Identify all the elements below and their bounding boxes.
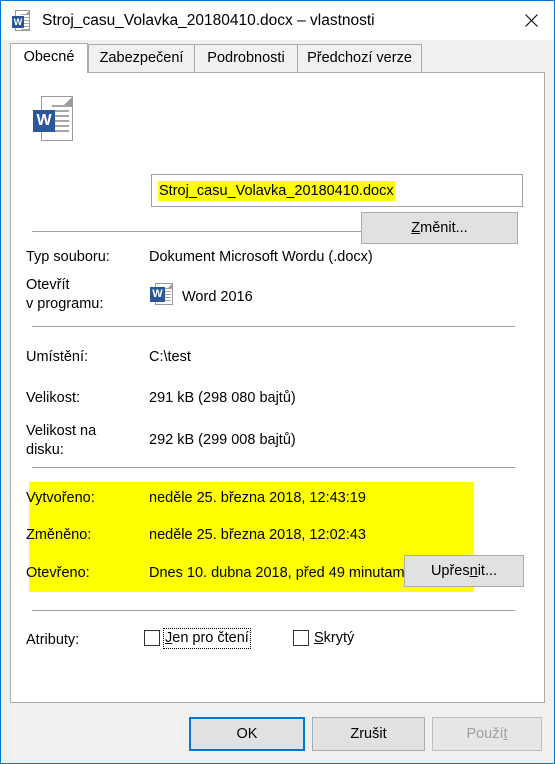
tab-label: Obecné (23, 49, 75, 65)
apply-button[interactable]: Použít (432, 717, 542, 751)
tab-zabezpeceni[interactable]: Zabezpečení (88, 44, 195, 73)
window-title: Stroj_casu_Volavka_20180410.docx – vlast… (42, 12, 375, 29)
close-icon[interactable] (508, 1, 554, 40)
advanced-button-label-a: Upřes (430, 563, 470, 579)
opens-with-value: Word 2016 (182, 289, 253, 305)
readonly-label[interactable]: Jen pro čtení (163, 628, 251, 649)
dialog-footer: OK Zrušit Použít (1, 703, 554, 763)
modified-value: neděle 25. března 2018, 12:02:43 (149, 527, 366, 543)
ok-button-label: OK (236, 726, 258, 742)
hidden-accel: S (314, 630, 324, 646)
apply-button-label-a: Použí (466, 726, 504, 742)
tab-label: Zabezpečení (99, 50, 184, 66)
close-glyph (524, 14, 538, 27)
location-label: Umístění: (26, 349, 89, 365)
hidden-label[interactable]: Skrytý (314, 630, 354, 647)
file-properties-dialog: W Stroj_casu_Volavka_20180410.docx – vla… (0, 0, 555, 764)
created-value: neděle 25. března 2018, 12:43:19 (149, 490, 366, 506)
opens-with-label: Otevřít v programu: (26, 277, 104, 312)
size-on-disk-label: Velikost na disku: (26, 423, 97, 458)
word-app-icon: W (150, 282, 175, 306)
change-program-button[interactable]: Změnit... (361, 212, 518, 244)
size-label: Velikost: (26, 390, 80, 406)
hidden-label-rest: krytý (323, 630, 355, 646)
file-type-value: Dokument Microsoft Wordu (.docx) (149, 249, 373, 265)
general-tab-panel: W Stroj_casu_Volavka_20180410.docx Typ s… (10, 72, 545, 703)
readonly-label-rest: en pro čtení (172, 630, 249, 646)
tab-strip: Obecné Zabezpečení Podrobnosti Předchozí… (10, 43, 545, 73)
word-document-icon-large: W (33, 96, 77, 142)
tab-podrobnosti[interactable]: Podrobnosti (194, 44, 298, 73)
size-value: 291 kB (298 080 bajtů) (149, 390, 296, 406)
word-document-icon: W (12, 10, 34, 32)
file-type-label: Typ souboru: (26, 249, 110, 265)
modified-label: Změněno: (26, 527, 92, 543)
hidden-checkbox[interactable] (293, 630, 309, 646)
accessed-label: Otevřeno: (26, 565, 90, 581)
cancel-button[interactable]: Zrušit (312, 717, 425, 751)
tab-obecne[interactable]: Obecné (10, 43, 88, 73)
divider-2 (32, 326, 515, 327)
created-label: Vytvořeno: (26, 490, 95, 506)
change-button-label-rest: měnit... (420, 220, 468, 236)
tab-label: Podrobnosti (207, 50, 285, 66)
tab-label: Předchozí verze (307, 50, 412, 66)
attributes-label: Atributy: (26, 632, 80, 648)
advanced-button-label-b: it... (477, 563, 498, 579)
divider-4 (32, 610, 515, 611)
apply-button-accel: t (503, 726, 508, 742)
file-name-value: Stroj_casu_Volavka_20180410.docx (158, 181, 395, 201)
tab-predchozi-verze[interactable]: Předchozí verze (297, 44, 422, 73)
location-value: C:\test (149, 349, 191, 365)
change-button-accel: Z (411, 220, 421, 236)
readonly-checkbox[interactable] (144, 630, 160, 646)
divider-3 (32, 467, 515, 468)
accessed-value: Dnes 10. dubna 2018, před 49 minutami (149, 565, 408, 581)
file-name-field[interactable]: Stroj_casu_Volavka_20180410.docx (151, 174, 523, 207)
advanced-button[interactable]: Upřesnit... (404, 555, 524, 587)
advanced-button-accel: n (469, 563, 478, 579)
cancel-button-label: Zrušit (350, 726, 387, 742)
size-on-disk-value: 292 kB (299 008 bajtů) (149, 432, 296, 448)
title-bar: W Stroj_casu_Volavka_20180410.docx – vla… (1, 0, 554, 40)
ok-button[interactable]: OK (189, 717, 305, 751)
